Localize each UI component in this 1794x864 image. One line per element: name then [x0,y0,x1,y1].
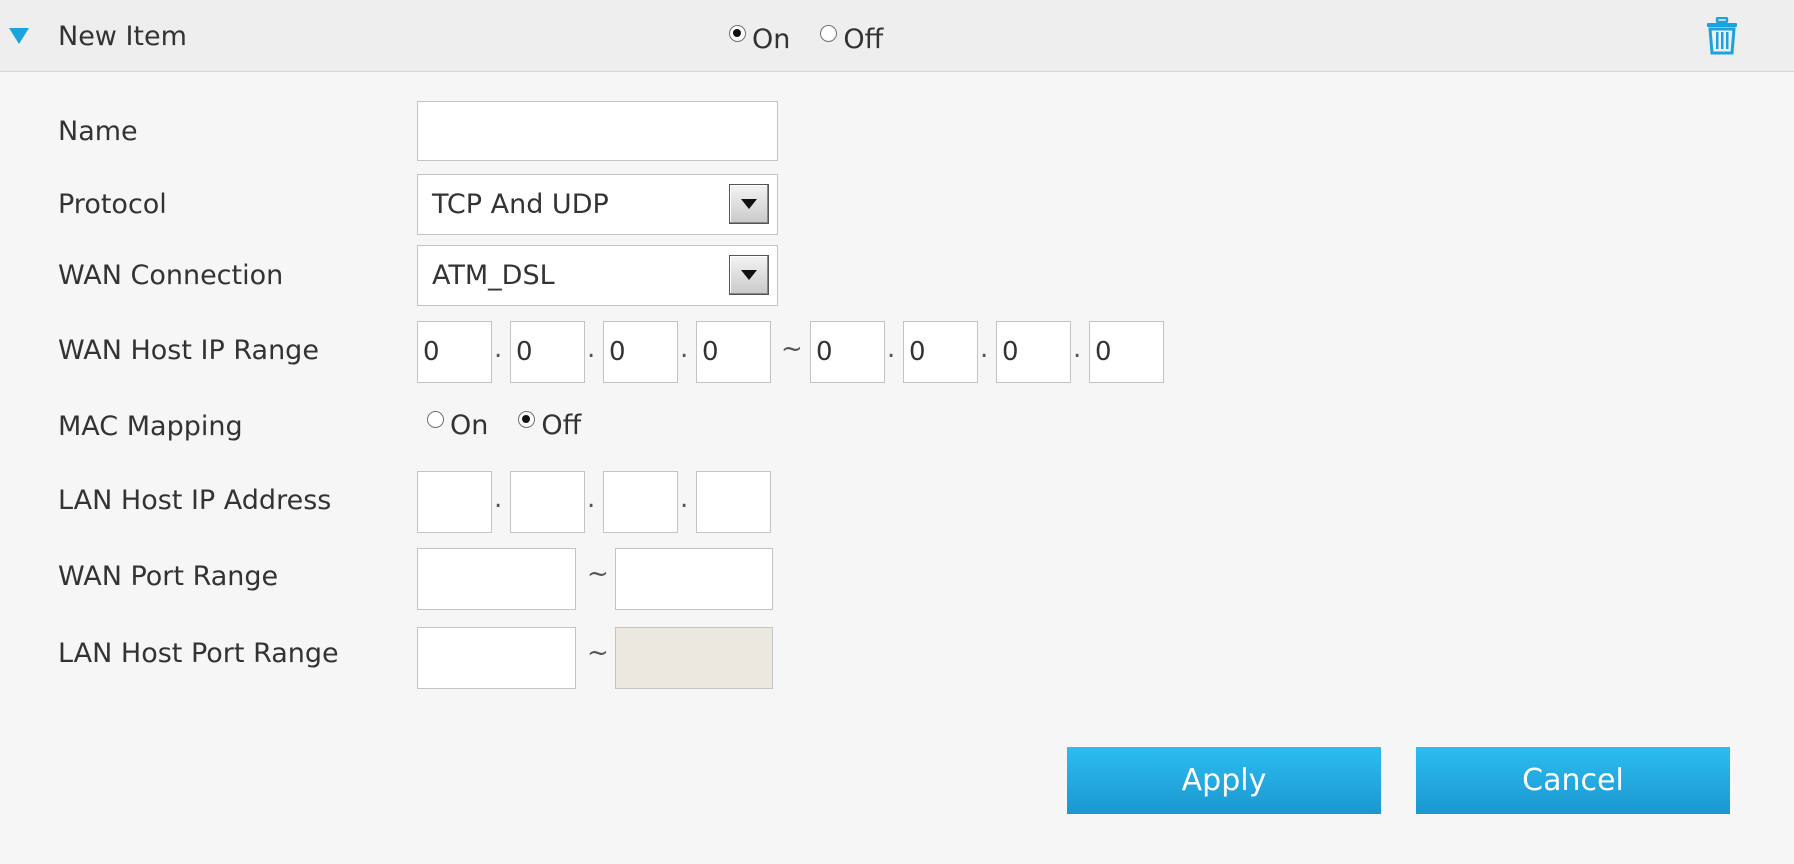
wan-host-ip-range-label: WAN Host IP Range [58,335,319,366]
lan-ip-octet-1[interactable] [417,471,492,533]
wan-connection-select[interactable]: ATM_DSL [417,245,778,306]
status-off-radio[interactable] [820,25,838,42]
lan-ip-octet-4[interactable] [696,471,771,533]
item-header: New Item On Off [0,0,1794,72]
lan-host-port-range-label: LAN Host Port Range [58,638,339,669]
wan-connection-dropdown-arrow-icon[interactable] [729,255,769,295]
status-on-option[interactable]: On [729,24,790,55]
lan-ip-octet-3[interactable] [603,471,678,533]
ip-dot: . [494,334,503,364]
mac-mapping-off-option[interactable]: Off [518,410,581,441]
wan-connection-value: ATM_DSL [432,260,555,291]
mac-mapping-off-label: Off [541,410,582,441]
item-title: New Item [58,21,187,52]
wan-port-end-input[interactable] [615,548,773,610]
protocol-label: Protocol [58,189,167,220]
mac-mapping-label: MAC Mapping [58,411,243,442]
range-tilde: ~ [587,638,609,668]
wan-ip-end-octet-2[interactable] [903,321,978,383]
lan-port-start-input[interactable] [417,627,576,689]
trash-icon[interactable] [1706,17,1738,55]
ip-dot: . [680,334,689,364]
mac-mapping-on-label: On [450,410,489,441]
wan-ip-end-octet-3[interactable] [996,321,1071,383]
wan-ip-start-octet-3[interactable] [603,321,678,383]
mac-mapping-radio-group: On Off [427,410,611,441]
ip-dot: . [887,334,896,364]
ip-dot: . [494,484,503,514]
mac-mapping-off-radio[interactable] [518,411,536,428]
item-status-radio-group: On Off [729,24,913,55]
lan-ip-octet-2[interactable] [510,471,585,533]
wan-ip-start-octet-1[interactable] [417,321,492,383]
ip-dot: . [980,334,989,364]
lan-port-end-input [615,627,773,689]
wan-ip-end-octet-4[interactable] [1089,321,1164,383]
wan-ip-end-octet-1[interactable] [810,321,885,383]
name-input[interactable] [417,101,778,161]
wan-ip-start-octet-2[interactable] [510,321,585,383]
status-on-radio[interactable] [729,25,746,42]
apply-button[interactable]: Apply [1067,747,1381,814]
range-tilde: ~ [781,334,803,364]
wan-port-start-input[interactable] [417,548,576,610]
ip-dot: . [680,484,689,514]
ip-dot: . [1073,334,1082,364]
protocol-value: TCP And UDP [432,189,609,220]
mac-mapping-on-radio[interactable] [427,411,444,428]
status-off-option[interactable]: Off [820,24,883,55]
protocol-select[interactable]: TCP And UDP [417,174,778,235]
lan-host-ip-label: LAN Host IP Address [58,485,332,516]
status-off-label: Off [843,24,884,55]
cancel-button[interactable]: Cancel [1416,747,1730,814]
protocol-dropdown-arrow-icon[interactable] [729,184,769,224]
wan-ip-start-octet-4[interactable] [696,321,771,383]
wan-port-range-label: WAN Port Range [58,561,279,592]
range-tilde: ~ [587,559,609,589]
ip-dot: . [587,334,596,364]
wan-connection-label: WAN Connection [58,260,284,291]
name-label: Name [58,116,138,147]
collapse-arrow-icon[interactable] [9,28,29,44]
ip-dot: . [587,484,596,514]
mac-mapping-on-option[interactable]: On [427,410,488,441]
status-on-label: On [752,24,791,55]
